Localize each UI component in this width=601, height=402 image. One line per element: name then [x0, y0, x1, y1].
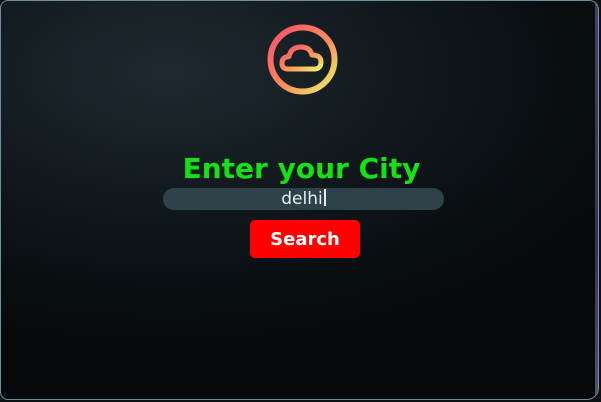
app-window: Enter your City delhi Search — [0, 0, 599, 400]
city-search-input[interactable] — [163, 188, 444, 210]
page-title: Enter your City — [182, 152, 421, 185]
search-button[interactable]: Search — [250, 220, 360, 258]
cloud-icon — [267, 24, 338, 95]
